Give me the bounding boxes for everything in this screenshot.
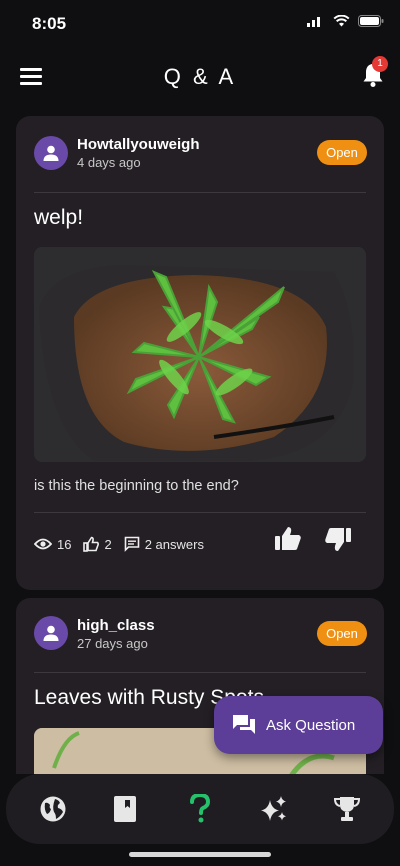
chat-bubbles-icon xyxy=(233,715,255,734)
notification-badge: 1 xyxy=(372,56,388,72)
battery-icon xyxy=(358,15,384,27)
status-badge: Open xyxy=(317,621,367,646)
username[interactable]: high_class xyxy=(77,617,155,634)
post-image[interactable] xyxy=(34,247,366,462)
book-icon xyxy=(114,796,136,822)
nav-qa[interactable] xyxy=(183,792,217,826)
signal-icon xyxy=(307,17,320,27)
answers-stat: 2 answers xyxy=(124,536,204,552)
thumbs-up-outline-icon xyxy=(83,536,100,552)
divider xyxy=(34,512,366,513)
sparkles-icon xyxy=(261,796,286,821)
status-time: 8:05 xyxy=(32,14,67,33)
comment-icon xyxy=(124,536,140,552)
wifi-icon xyxy=(333,15,350,27)
views-count: 16 xyxy=(57,536,72,552)
likes-stat: 2 xyxy=(83,536,112,552)
thumbs-up-icon xyxy=(275,527,301,550)
nav-journal[interactable] xyxy=(108,792,142,826)
status-badge: Open xyxy=(317,140,367,165)
divider xyxy=(34,672,366,673)
globe-icon xyxy=(40,796,66,822)
question-icon xyxy=(190,794,211,823)
nav-leaderboard[interactable] xyxy=(330,792,364,826)
post-time: 27 days ago xyxy=(77,636,148,651)
nav-ai[interactable] xyxy=(257,792,291,826)
home-indicator xyxy=(129,852,271,857)
status-icons xyxy=(307,15,384,27)
question-card[interactable]: Howtallyouweigh 4 days ago Open welp! is… xyxy=(16,116,384,590)
post-stats: 16 2 2 answers xyxy=(34,536,216,552)
thumbs-down-icon xyxy=(325,528,351,551)
answers-count: 2 answers xyxy=(144,536,204,552)
questions-feed[interactable]: Howtallyouweigh 4 days ago Open welp! is… xyxy=(0,106,400,774)
plant-photo xyxy=(34,247,366,462)
app-header: Q & A 1 xyxy=(0,50,400,106)
bottom-nav xyxy=(6,774,394,844)
notifications-button[interactable]: 1 xyxy=(362,56,388,88)
page-title: Q & A xyxy=(163,64,237,89)
trophy-icon xyxy=(333,797,361,821)
ask-question-button[interactable]: Ask Question xyxy=(214,696,383,754)
status-bar: 8:05 xyxy=(0,0,400,50)
ask-question-label: Ask Question xyxy=(266,716,356,734)
person-icon xyxy=(43,145,59,161)
upvote-button[interactable] xyxy=(274,526,304,556)
downvote-button[interactable] xyxy=(324,526,354,556)
views-stat: 16 xyxy=(34,537,71,552)
person-icon xyxy=(43,625,59,641)
username[interactable]: Howtallyouweigh xyxy=(77,136,200,153)
post-title[interactable]: welp! xyxy=(34,206,83,230)
divider xyxy=(34,192,366,193)
nav-explore[interactable] xyxy=(36,792,70,826)
avatar[interactable] xyxy=(34,136,68,170)
post-body[interactable]: is this the beginning to the end? xyxy=(34,478,239,494)
post-time: 4 days ago xyxy=(77,155,141,170)
avatar[interactable] xyxy=(34,616,68,650)
likes-count: 2 xyxy=(104,536,112,552)
eye-icon xyxy=(34,538,52,550)
